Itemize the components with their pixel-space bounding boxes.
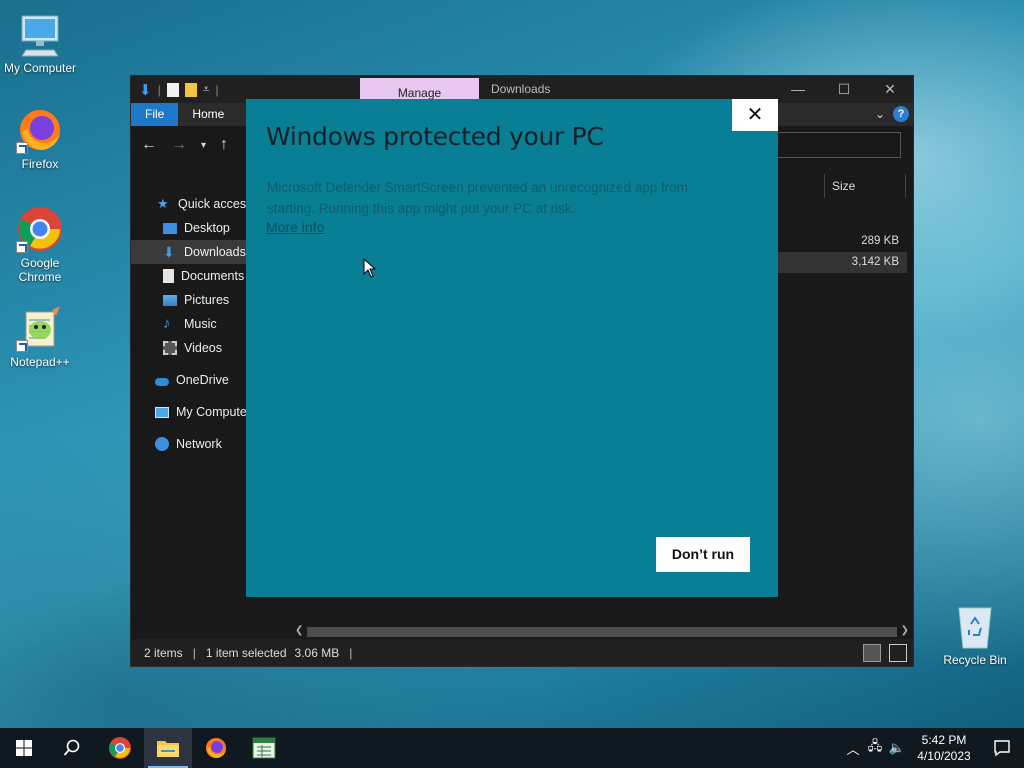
desktop-folder-icon — [163, 222, 177, 234]
close-window-button[interactable]: ✕ — [867, 76, 913, 103]
desktop-icon-label: Notepad++ — [10, 355, 70, 369]
sidebar-item-quick-access[interactable]: ★ Quick access — [131, 192, 247, 216]
column-header-size[interactable]: Size — [824, 174, 906, 198]
forward-arrow-icon[interactable]: → — [171, 136, 187, 154]
action-center-button[interactable] — [980, 728, 1024, 768]
network-icon — [155, 437, 169, 451]
search-input[interactable] — [777, 132, 901, 158]
network-status-icon[interactable]: 🖧 — [864, 737, 886, 759]
search-button[interactable] — [48, 728, 96, 768]
computer-icon — [155, 406, 169, 418]
firefox-icon — [206, 738, 226, 758]
status-bar: 2 items | 1 item selected 3.06 MB | — [131, 639, 913, 666]
chevron-down-icon[interactable]: ⌄ — [875, 107, 885, 121]
desktop-icon-firefox[interactable]: Firefox — [0, 106, 80, 171]
dont-run-button[interactable]: Don’t run — [656, 537, 750, 572]
document-icon — [163, 269, 174, 283]
chrome-icon — [109, 737, 131, 759]
sidebar-item-music[interactable]: ♪ Music — [131, 312, 247, 336]
notification-icon — [994, 740, 1010, 757]
recent-locations-icon[interactable]: ▾ — [201, 140, 206, 151]
desktop-icon-notepadpp[interactable]: Notepad++ — [0, 304, 80, 369]
help-icon[interactable]: ? — [893, 106, 909, 122]
horizontal-scrollbar[interactable]: ❮ ❯ — [291, 625, 913, 639]
mouse-cursor-icon — [363, 258, 377, 278]
sidebar-item-pictures[interactable]: Pictures — [131, 288, 247, 312]
window-title: Downloads — [491, 82, 551, 96]
start-button[interactable] — [0, 728, 48, 768]
computer-icon — [16, 10, 64, 58]
system-tray: ︿ 🖧 🔈 5:42 PM 4/10/2023 — [842, 728, 1024, 768]
scrollbar-thumb[interactable] — [307, 627, 897, 637]
chevron-up-icon[interactable]: ︿ — [842, 739, 864, 758]
film-icon — [163, 341, 177, 355]
sidebar-item-onedrive[interactable]: OneDrive — [131, 368, 247, 392]
tab-file[interactable]: File — [131, 103, 179, 126]
sidebar-item-documents[interactable]: Documents — [131, 264, 247, 288]
cloud-icon — [155, 377, 169, 386]
status-item-count: 2 items — [144, 645, 183, 660]
taskbar-file-explorer[interactable] — [144, 728, 192, 768]
clock[interactable]: 5:42 PM 4/10/2023 — [908, 732, 980, 764]
status-selection-size: 3.06 MB — [294, 645, 340, 660]
recycle-bin-icon — [951, 602, 999, 650]
clock-time: 5:42 PM — [921, 733, 967, 747]
details-view-icon[interactable] — [863, 644, 881, 662]
navigation-pane: ★ Quick access Desktop ⬇ Downloads Docum… — [131, 188, 247, 639]
chrome-icon — [16, 205, 64, 253]
sidebar-item-downloads[interactable]: ⬇ Downloads — [131, 240, 247, 264]
desktop-icon-label: Firefox — [21, 157, 59, 171]
customize-toolbar-icon[interactable]: ⩡ — [203, 82, 210, 97]
clock-date: 4/10/2023 — [917, 749, 971, 763]
more-info-link[interactable]: More info — [266, 219, 324, 235]
download-arrow-icon: ⬇ — [163, 244, 175, 260]
taskbar-app[interactable] — [240, 728, 288, 768]
close-dialog-button[interactable]: ✕ — [732, 99, 778, 131]
sidebar-item-desktop[interactable]: Desktop — [131, 216, 247, 240]
desktop-icon-chrome[interactable]: Google Chrome — [0, 205, 80, 284]
volume-icon[interactable]: 🔈 — [886, 740, 908, 756]
shortcut-arrow-icon — [16, 142, 28, 154]
new-folder-icon[interactable] — [184, 82, 197, 97]
smartscreen-dialog: ✕ Windows protected your PC Microsoft De… — [246, 99, 778, 597]
status-selection: 1 item selected — [205, 645, 287, 660]
sidebar-item-videos[interactable]: Videos — [131, 336, 247, 360]
large-icons-view-icon[interactable] — [889, 644, 907, 662]
desktop-icon-my-computer[interactable]: My Computer — [0, 10, 80, 75]
music-note-icon: ♪ — [163, 315, 171, 332]
desktop-icon-recycle-bin[interactable]: Recycle Bin — [935, 602, 1015, 667]
desktop-icon-label: Recycle Bin — [943, 653, 1007, 667]
up-arrow-icon[interactable]: ↑ — [220, 136, 228, 154]
taskbar-firefox[interactable] — [192, 728, 240, 768]
sidebar-item-my-computer[interactable]: My Computer — [131, 400, 247, 424]
dialog-title: Windows protected your PC — [266, 122, 604, 151]
spreadsheet-app-icon — [252, 737, 276, 759]
sidebar-item-network[interactable]: Network — [131, 432, 247, 456]
shortcut-arrow-icon — [16, 241, 28, 253]
quick-access-toolbar: ⬇ | ⩡ | — [139, 81, 219, 99]
taskbar: ︿ 🖧 🔈 5:42 PM 4/10/2023 — [0, 728, 1024, 768]
minimize-button[interactable]: — — [775, 76, 821, 103]
scroll-right-icon[interactable]: ❯ — [901, 625, 909, 636]
scroll-left-icon[interactable]: ❮ — [295, 625, 303, 636]
desktop-icon-label: My Computer — [3, 61, 77, 75]
dialog-message: Microsoft Defender SmartScreen prevented… — [267, 180, 688, 216]
firefox-icon — [16, 106, 64, 154]
windows-logo-icon — [16, 740, 32, 756]
back-arrow-icon[interactable]: ← — [141, 136, 157, 154]
tab-home[interactable]: Home — [178, 103, 238, 126]
taskbar-chrome[interactable] — [96, 728, 144, 768]
maximize-button[interactable]: ☐ — [821, 76, 867, 103]
shortcut-arrow-icon — [16, 340, 28, 352]
download-arrow-icon[interactable]: ⬇ — [139, 81, 152, 99]
notepadpp-icon — [16, 304, 64, 352]
pictures-icon — [163, 294, 177, 306]
star-icon: ★ — [157, 196, 169, 211]
desktop-icon-label: Google Chrome — [18, 256, 62, 284]
search-icon — [63, 739, 80, 756]
properties-icon[interactable] — [166, 82, 179, 97]
folder-icon — [157, 741, 179, 757]
